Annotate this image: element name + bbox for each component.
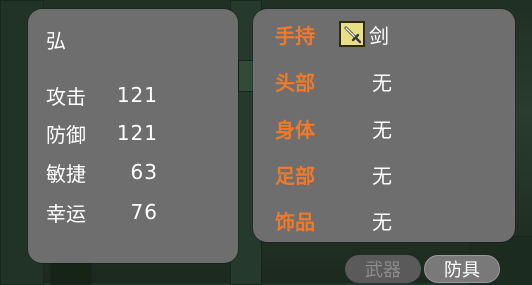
equipment-panel: 手持 剑 头部 无 身体 无 足部 无 饰品 无 (253, 9, 515, 242)
slot-label: 头部 (275, 70, 315, 95)
slot-label: 足部 (275, 163, 315, 188)
slot-label: 饰品 (275, 209, 315, 234)
stat-row-agility: 敏捷 63 (46, 160, 158, 186)
slot-value: 无 (372, 209, 392, 234)
tab-weapon[interactable]: 武器 (345, 255, 421, 283)
stat-label: 幸运 (46, 201, 86, 226)
character-stats-panel: 弘 攻击 121 防御 121 敏捷 63 幸运 76 (28, 9, 238, 263)
stat-value: 121 (116, 121, 158, 145)
slot-value: 无 (372, 163, 392, 188)
slot-label: 手持 (275, 23, 315, 48)
slot-value: 无 (372, 117, 392, 142)
equip-slot-accessory[interactable]: 饰品 无 (275, 206, 392, 234)
slot-value: 无 (372, 70, 392, 95)
equip-slot-body[interactable]: 身体 无 (275, 114, 392, 142)
stat-row-attack: 攻击 121 (46, 83, 158, 109)
equip-slot-feet[interactable]: 足部 无 (275, 160, 392, 188)
stat-label: 攻击 (46, 84, 86, 109)
stat-label: 防御 (46, 122, 86, 147)
equip-slot-hand[interactable]: 手持 剑 (275, 20, 389, 48)
equip-slot-head[interactable]: 头部 无 (275, 67, 392, 95)
slot-label: 身体 (275, 117, 315, 142)
background-tile (50, 262, 92, 285)
stat-row-defense: 防御 121 (46, 121, 158, 147)
character-name: 弘 (46, 29, 66, 53)
sword-icon (339, 21, 365, 47)
stat-value: 76 (130, 200, 158, 224)
stat-label: 敏捷 (46, 161, 86, 186)
tab-armor[interactable]: 防具 (424, 255, 500, 283)
stat-row-luck: 幸运 76 (46, 200, 158, 226)
stat-value: 121 (116, 83, 158, 107)
stat-value: 63 (130, 160, 158, 184)
slot-value: 剑 (369, 23, 389, 48)
